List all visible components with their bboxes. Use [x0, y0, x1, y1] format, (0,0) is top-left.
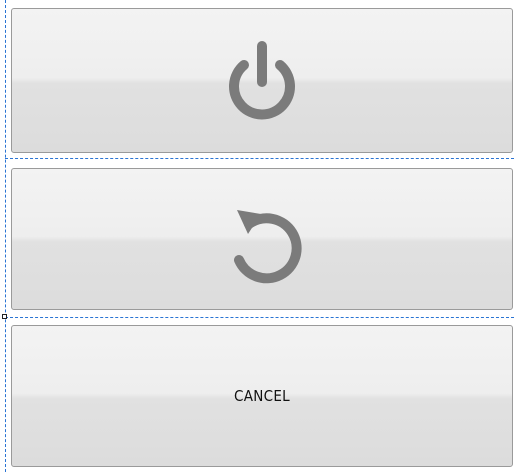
cancel-button-label: CANCEL	[233, 387, 290, 405]
resize-handle[interactable]	[2, 314, 7, 319]
cancel-button[interactable]: CANCEL	[11, 325, 513, 467]
restart-button[interactable]	[11, 168, 513, 310]
power-button[interactable]	[11, 8, 513, 153]
layout-guide-horizontal	[5, 317, 514, 318]
dialog-stage: CANCEL	[0, 0, 514, 472]
layout-guide-vertical	[5, 0, 6, 472]
layout-guide-horizontal	[5, 158, 514, 159]
restart-icon	[217, 194, 307, 284]
power-icon	[217, 36, 307, 126]
